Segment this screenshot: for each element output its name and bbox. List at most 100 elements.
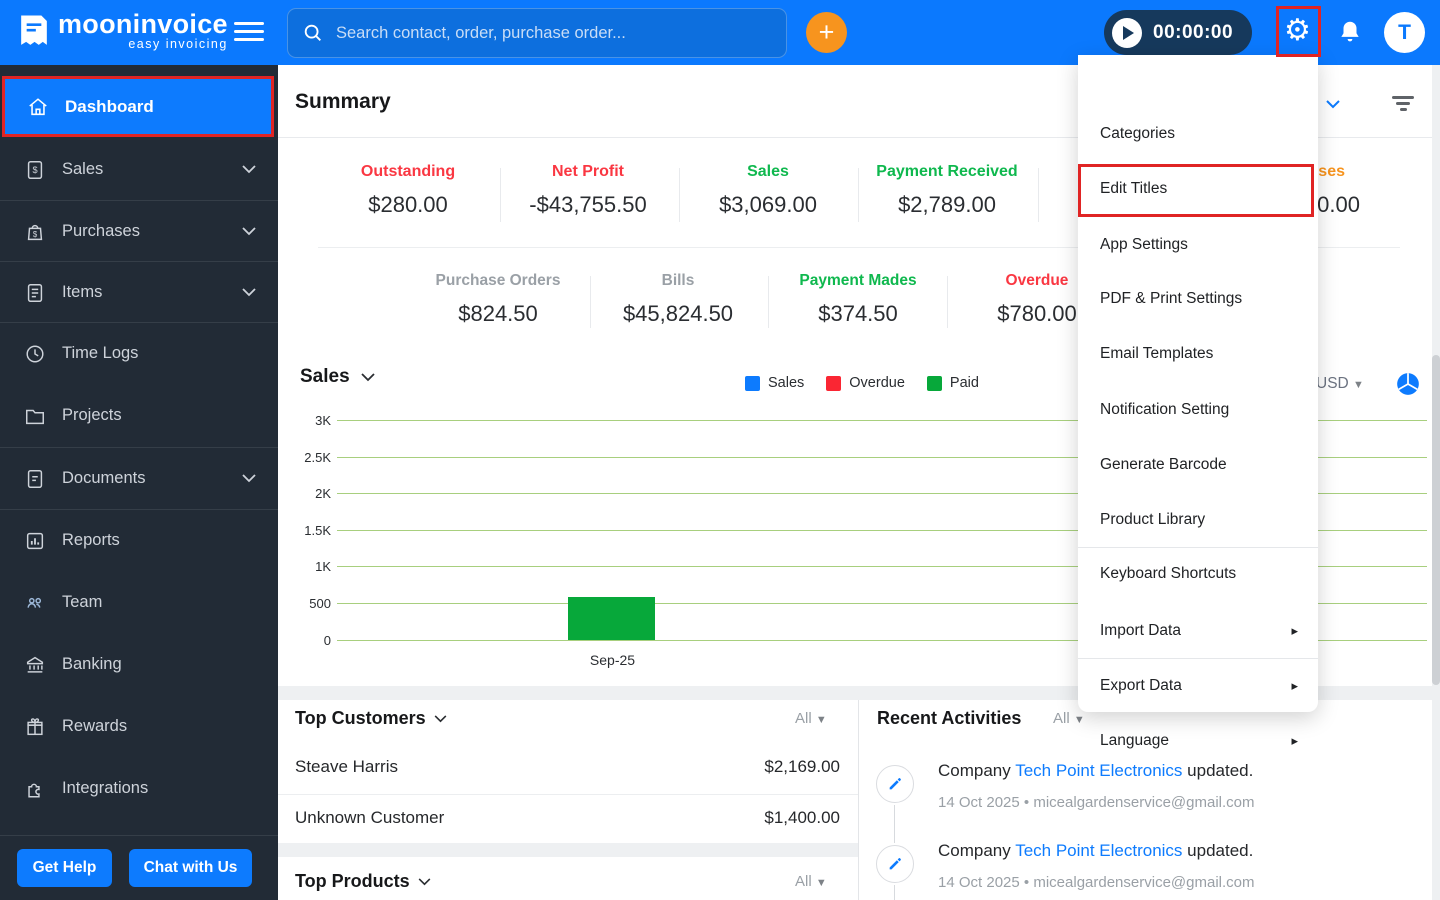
- menu-item-language[interactable]: Language ▸: [1078, 714, 1318, 768]
- menu-item-generate-barcode[interactable]: Generate Barcode: [1078, 438, 1318, 492]
- search-input[interactable]: [336, 23, 772, 43]
- sidebar-item-label: Sales: [62, 160, 104, 178]
- sidebar-item-integrations[interactable]: Integrations: [0, 758, 278, 819]
- summary-card-value: $3,069.00: [719, 192, 817, 217]
- activity-prefix: Company: [938, 841, 1011, 860]
- summary-card-value: $824.50: [458, 301, 538, 326]
- top-customers-header: Top Customers: [295, 708, 447, 729]
- sidebar-item-rewards[interactable]: Rewards: [0, 696, 278, 757]
- activity-edit-button[interactable]: [876, 845, 914, 883]
- summary-card-label: Purchase Orders: [435, 272, 561, 289]
- y-tick: 1K: [315, 559, 331, 574]
- chevron-down-icon[interactable]: [434, 714, 447, 723]
- menu-item-notification-setting[interactable]: Notification Setting: [1078, 383, 1318, 437]
- summary-card-label: Payment Mades: [799, 272, 917, 289]
- sidebar-item-documents[interactable]: Documents: [0, 448, 278, 509]
- customer-row[interactable]: Unknown Customer $1,400.00: [295, 808, 840, 828]
- logo-text: mooninvoice easy invoicing: [58, 9, 228, 51]
- scrollbar-thumb[interactable]: [1432, 355, 1440, 685]
- user-avatar[interactable]: T: [1384, 12, 1425, 53]
- menu-divider: [1078, 658, 1318, 659]
- menu-item-email-templates[interactable]: Email Templates: [1078, 327, 1318, 381]
- legend-swatch-paid: [926, 375, 942, 391]
- filter-value: All: [795, 873, 812, 890]
- activity-date: 14 Oct 2025: [938, 874, 1020, 891]
- menu-item-product-library[interactable]: Product Library: [1078, 493, 1318, 547]
- purchases-bag-icon: $: [27, 224, 43, 240]
- menu-item-pdf-print-settings[interactable]: PDF & Print Settings: [1078, 272, 1318, 326]
- quick-add-button[interactable]: +: [806, 12, 847, 53]
- currency-dropdown[interactable]: USD ▼: [1316, 375, 1364, 393]
- sidebar-item-label: Projects: [62, 406, 122, 424]
- sidebar-item-banking[interactable]: Banking: [0, 634, 278, 695]
- y-tick: 2.5K: [304, 450, 331, 465]
- gift-icon: [27, 717, 43, 735]
- menu-item-label: Import Data: [1100, 622, 1181, 639]
- activity-date: 14 Oct 2025: [938, 794, 1020, 811]
- get-help-button[interactable]: Get Help: [17, 849, 112, 887]
- sidebar-item-time-logs[interactable]: Time Logs: [0, 323, 278, 384]
- top-products-header: Top Products: [295, 871, 431, 892]
- clock-icon: [26, 344, 44, 363]
- currency-value: USD: [1316, 375, 1349, 392]
- customer-name: Unknown Customer: [295, 808, 445, 827]
- legend-swatch-sales: [745, 375, 760, 391]
- sidebar-item-sales[interactable]: $ Sales: [0, 139, 278, 200]
- sidebar-item-items[interactable]: Items: [0, 262, 278, 323]
- global-search: [287, 8, 787, 58]
- submenu-arrow-icon: ▸: [1291, 733, 1298, 748]
- section-gap: [278, 843, 858, 857]
- folder-icon: [26, 409, 44, 424]
- settings-dropdown-menu: Categories Edit Titles App Settings PDF …: [1078, 55, 1318, 749]
- legend-label: Sales: [768, 375, 805, 391]
- menu-item-import-data[interactable]: Import Data ▸: [1078, 604, 1318, 658]
- chart-title-dropdown[interactable]: Sales: [300, 366, 375, 388]
- search-icon: [304, 24, 321, 41]
- chat-with-us-button[interactable]: Chat with Us: [129, 849, 252, 887]
- sidebar-item-dashboard[interactable]: Dashboard: [2, 76, 274, 137]
- y-tick: 2K: [315, 486, 331, 501]
- activity-edit-button[interactable]: [876, 765, 914, 803]
- menu-item-label: Language: [1100, 732, 1169, 749]
- chevron-down-icon[interactable]: [418, 877, 431, 886]
- hamburger-menu-icon[interactable]: [234, 22, 264, 44]
- menu-item-categories[interactable]: Categories: [1078, 107, 1318, 161]
- menu-item-keyboard-shortcuts[interactable]: Keyboard Shortcuts: [1078, 547, 1318, 601]
- top-products-filter-dropdown[interactable]: All ▼: [795, 873, 827, 890]
- y-tick: 3K: [315, 413, 331, 428]
- pie-chart-toggle-icon[interactable]: [1395, 371, 1421, 397]
- customer-row[interactable]: Steave Harris $2,169.00: [295, 757, 840, 777]
- sidebar-item-reports[interactable]: Reports: [0, 510, 278, 571]
- sidebar-item-projects[interactable]: Projects: [0, 385, 278, 446]
- legend-swatch-overdue: [826, 375, 842, 391]
- menu-item-app-settings[interactable]: App Settings: [1078, 218, 1318, 272]
- activity-meta: 14 Oct 2025 • micealgardenservice@gmail.…: [938, 794, 1254, 811]
- customer-amount: $2,169.00: [764, 757, 840, 776]
- chevron-down-icon: [242, 474, 256, 483]
- legend-label: Paid: [949, 375, 979, 391]
- document-icon: [27, 469, 43, 488]
- sidebar-item-purchases[interactable]: $ Purchases: [0, 201, 278, 262]
- menu-item-edit-titles[interactable]: Edit Titles: [1078, 162, 1318, 216]
- legend-label: Overdue: [849, 375, 905, 391]
- caret-down-icon: ▼: [815, 714, 827, 726]
- timeline-connector: [894, 885, 895, 900]
- chart-bar-paid[interactable]: [568, 597, 655, 640]
- notifications-bell-icon[interactable]: [1337, 18, 1363, 46]
- activity-company-link[interactable]: Tech Point Electronics: [1015, 841, 1182, 860]
- menu-item-export-data[interactable]: Export Data ▸: [1078, 659, 1318, 713]
- bullet-separator: •: [1023, 794, 1030, 811]
- summary-card-label: Sales: [747, 163, 789, 180]
- sidebar-item-team[interactable]: Team: [0, 572, 278, 633]
- top-customers-title: Top Customers: [295, 708, 426, 728]
- logo-title: mooninvoice: [58, 9, 228, 39]
- summary-card-value: $374.50: [818, 301, 898, 326]
- pencil-icon: [889, 858, 901, 870]
- caret-down-icon: ▼: [815, 877, 827, 889]
- summary-card-label: Net Profit: [552, 163, 624, 180]
- settings-gear-icon[interactable]: ⚙: [1284, 14, 1311, 48]
- time-tracker-button[interactable]: 00:00:00: [1104, 10, 1252, 55]
- chevron-down-icon: [361, 373, 375, 382]
- top-customers-filter-dropdown[interactable]: All ▼: [795, 710, 827, 727]
- filter-icon[interactable]: [1392, 96, 1414, 115]
